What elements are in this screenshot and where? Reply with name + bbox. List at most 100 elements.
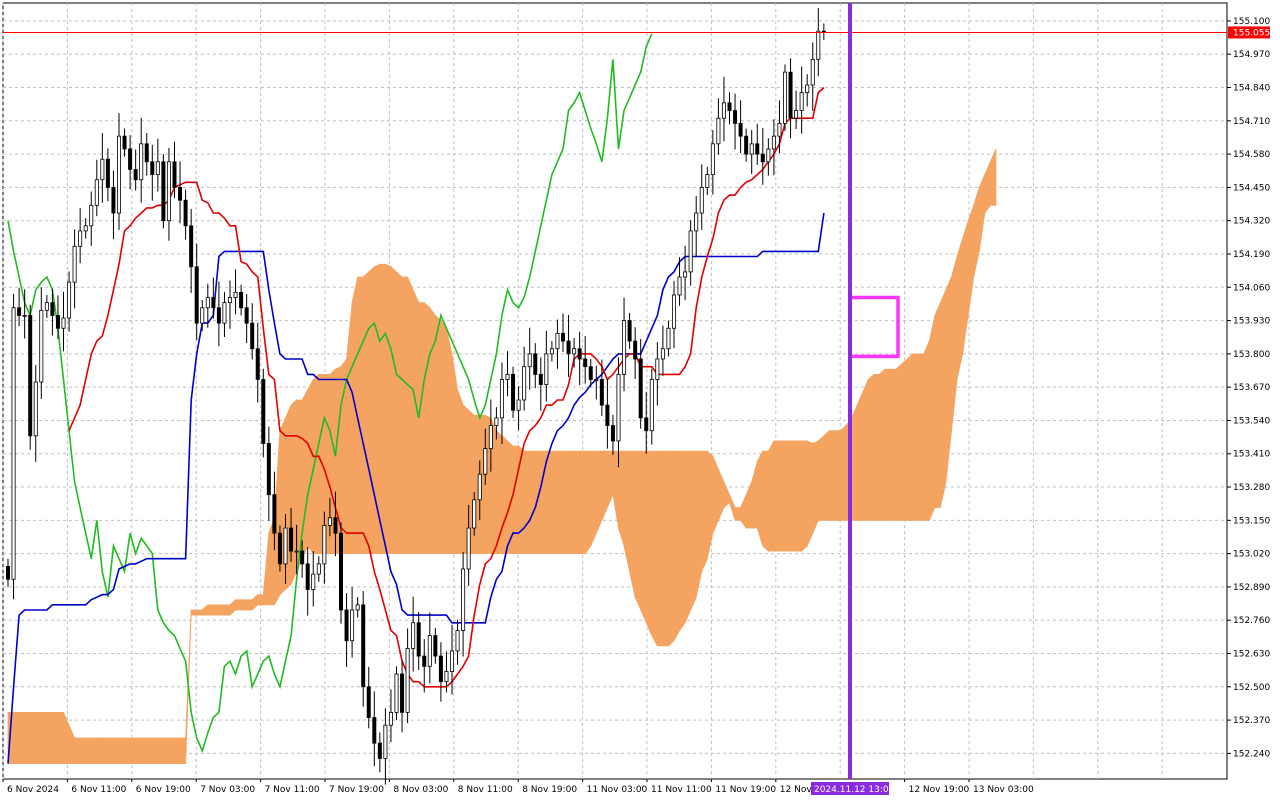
- cloud-segment-bullish: [246, 599, 253, 611]
- cloud-segment-bullish: [85, 737, 92, 765]
- ichimoku-candlestick-chart[interactable]: 155.055 155.100 154.970 154.840 154.710 154.…: [0, 0, 1280, 800]
- chart-window[interactable]: 155.055 155.100 154.970 154.840 154.710 154.…: [0, 0, 1280, 800]
- cloud-segment-bullish: [196, 609, 203, 616]
- cloud-segment-bullish: [762, 450, 769, 552]
- x-tick-label: 11 Nov 19:00: [715, 785, 776, 795]
- candle-body-bull: [233, 291, 238, 298]
- cloud-segment-bullish: [301, 389, 309, 559]
- candle-body-bear: [28, 315, 33, 437]
- candle-body-bear: [727, 102, 732, 111]
- cloud-segment-bullish: [668, 450, 675, 647]
- candle[interactable]: [11, 293, 16, 600]
- cloud-segment-bullish: [618, 450, 625, 547]
- candle-body-bear: [733, 110, 738, 124]
- candle-body-bull: [799, 92, 804, 111]
- candle-body-bull: [327, 517, 332, 526]
- cloud-segment-bullish: [673, 450, 680, 641]
- candle-body-bull: [544, 353, 549, 385]
- cloud-segment-bullish: [695, 450, 703, 598]
- plot-area: [2, 2, 1228, 780]
- y-tick-label: 153.280: [1233, 483, 1270, 493]
- candle[interactable]: [28, 304, 33, 450]
- cloud-segment-bullish: [396, 270, 403, 555]
- candle-body-bull: [749, 143, 754, 155]
- x-tick-label: 12 Nov 19:00: [909, 785, 970, 795]
- candle-body-bear: [361, 604, 366, 688]
- candle-body-bull: [33, 381, 38, 437]
- cloud-segment-bullish: [40, 712, 48, 765]
- candle-body-bear: [111, 186, 116, 214]
- candle-body-bear: [333, 517, 338, 534]
- candle[interactable]: [161, 154, 166, 229]
- candle-body-bull: [705, 174, 710, 188]
- candle-body-bear: [755, 143, 760, 155]
- cloud-segment-bullish: [679, 450, 686, 632]
- y-tick-label: 154.840: [1233, 84, 1270, 94]
- cloud-segment-bullish: [651, 450, 658, 647]
- y-tick-label: 154.970: [1233, 50, 1270, 60]
- candle-body-bull: [516, 399, 521, 411]
- candle-body-bear: [610, 425, 615, 442]
- cloud-segment-bullish: [634, 450, 642, 611]
- y-tick-label: 154.580: [1233, 150, 1270, 160]
- candle[interactable]: [511, 366, 516, 418]
- cloud-segment-bullish: [440, 319, 447, 555]
- candle-body-bull: [794, 110, 799, 119]
- candle[interactable]: [394, 666, 399, 721]
- current-price-label: 155.055: [1233, 28, 1270, 38]
- cloud-segment-bullish: [401, 276, 409, 555]
- y-axis: 155.100 154.970 154.840 154.710 154.580 154.4…: [1227, 17, 1270, 759]
- y-tick-label: 152.500: [1233, 683, 1270, 693]
- candle-body-bear: [105, 158, 110, 188]
- cloud-segment-bullish: [940, 289, 947, 508]
- cloud-segment-bullish: [218, 604, 225, 616]
- cloud-segment-bullish: [523, 450, 531, 555]
- cloud-segment-bullish: [767, 440, 775, 552]
- cloud-segment-bullish: [601, 450, 608, 521]
- cloud-segment-bullish: [74, 737, 81, 765]
- cloud-segment-bullish: [640, 450, 647, 623]
- candle-body-bull: [350, 609, 355, 642]
- cloud-segment-bullish: [412, 289, 420, 555]
- candle-body-bull: [83, 225, 88, 232]
- cloud-segment-bullish: [584, 450, 592, 555]
- y-tick-label: 154.710: [1233, 117, 1270, 127]
- candle-body-bull: [205, 297, 210, 309]
- cloud-segment-bullish: [168, 737, 175, 765]
- candle-body-bear: [266, 443, 271, 496]
- candle-body-bull: [694, 212, 699, 232]
- candle-body-bull: [616, 373, 621, 442]
- candle[interactable]: [783, 64, 788, 132]
- candle-body-bull: [44, 302, 49, 311]
- cloud-segment-bullish: [801, 440, 808, 552]
- candle-body-bull: [388, 712, 393, 726]
- x-tick-label: 6 Nov 2024: [7, 785, 59, 795]
- candle-body-bull: [622, 320, 627, 375]
- y-tick-label: 153.670: [1233, 383, 1270, 393]
- candle-body-bull: [427, 635, 432, 667]
- y-tick-label: 152.630: [1233, 650, 1270, 660]
- x-axis: 6 Nov 2024 6 Nov 11:00 6 Nov 19:00 7 Nov 03…: [2, 779, 1034, 795]
- candle-body-bull: [72, 245, 77, 283]
- cloud-segment-bullish: [529, 450, 536, 555]
- cloud-segment-bullish: [307, 379, 314, 555]
- candle-body-bull: [721, 102, 726, 119]
- y-tick-label: 152.370: [1233, 716, 1270, 726]
- candle-body-bull: [672, 294, 677, 329]
- candle[interactable]: [338, 522, 343, 624]
- cloud-segment-bullish: [629, 450, 636, 598]
- candle-body-bull: [22, 315, 27, 317]
- cloud-segment-bullish: [684, 450, 692, 623]
- y-tick-label: 155.100: [1233, 17, 1270, 27]
- cloud-segment-bullish: [756, 450, 764, 547]
- candle-body-bull: [166, 161, 171, 222]
- candle-body-bear: [400, 673, 405, 713]
- x-tick-label: 6 Nov 11:00: [71, 785, 126, 795]
- candle-body-bear: [172, 161, 177, 188]
- cloud-segment-bullish: [224, 604, 231, 616]
- candle-body-bull: [394, 673, 399, 713]
- candle-body-bull: [78, 230, 83, 247]
- candle-body-bear: [638, 358, 643, 419]
- candle-body-bull: [405, 647, 410, 713]
- candle-body-bull: [766, 148, 771, 163]
